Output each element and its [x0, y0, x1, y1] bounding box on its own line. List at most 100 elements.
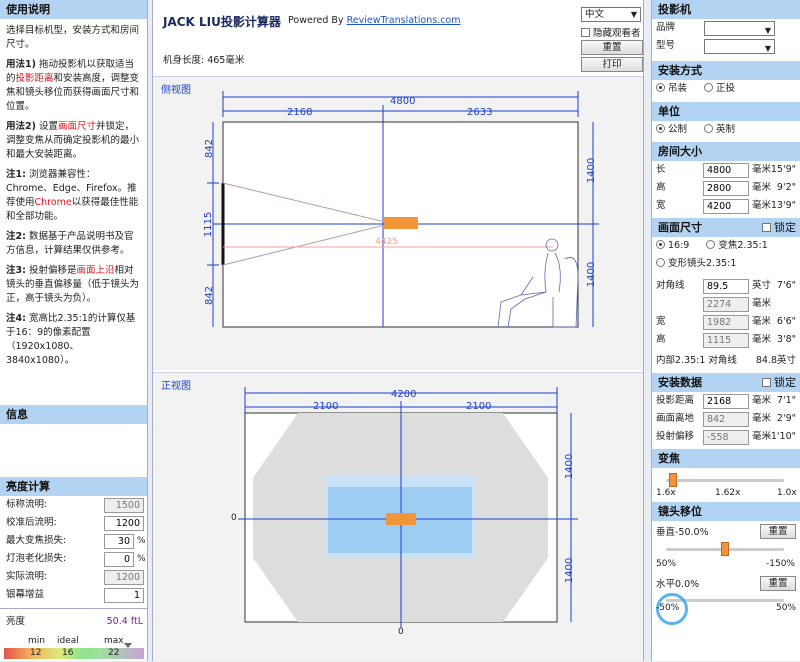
- unit-metric-radio[interactable]: 公制: [656, 124, 687, 135]
- app-title: JACK LIU投影计算器: [163, 15, 281, 29]
- room-width-row: 宽毫米13'9": [652, 197, 800, 215]
- calibrated-lumens-input[interactable]: [104, 516, 144, 531]
- note3-text: 注3: 投射偏移是画面上沿相对镜头的垂直偏移量（低于镜头为正，高于镜头为负）。: [6, 265, 140, 304]
- zoom-slider[interactable]: 1.6x 1.62x 1.0x: [652, 468, 800, 502]
- install-options: 吊装 正投: [652, 80, 800, 98]
- print-button[interactable]: 打印: [581, 57, 643, 72]
- scale-max-value: 22: [108, 648, 120, 658]
- calibrated-lumens-row: 校准后流明:: [0, 514, 147, 532]
- scale-max-label: max: [104, 636, 124, 646]
- offset-row: 投射偏移毫米-1'10": [652, 428, 800, 446]
- reset-button[interactable]: 重置: [581, 40, 643, 55]
- mount-lock-checkbox[interactable]: 锁定: [762, 376, 796, 389]
- brightness-gradient-bar: [4, 648, 144, 659]
- model-select[interactable]: ▼: [704, 39, 775, 54]
- screen-width-row: 宽毫米6'6": [652, 313, 800, 331]
- screen-height-row: 高毫米3'8": [652, 331, 800, 349]
- aspect-16-9-radio[interactable]: 16:9: [656, 240, 689, 251]
- projector-header: 投影机: [652, 0, 800, 19]
- powered-link[interactable]: ReviewTranslations.com: [347, 15, 461, 26]
- screen-height-input: [703, 333, 749, 348]
- install-ceiling-radio[interactable]: 吊装: [656, 83, 687, 94]
- note2-text: 注2: 数据基于产品说明书及官方信息，计算结果仅供参考。: [6, 231, 134, 256]
- side-view: 侧视图 4800 2168 2633 842 1115 842 1400 140…: [153, 76, 643, 370]
- screen-gain-input[interactable]: [104, 588, 144, 603]
- usage-header: 使用说明: [0, 0, 147, 19]
- note4-text: 注4: 宽高比2.35:1的计算仅基于16：9的像素配置（1920x1080、3…: [6, 313, 136, 366]
- aspect-zoom-235-radio[interactable]: 变焦2.35:1: [706, 240, 768, 251]
- info-header: 信息: [0, 405, 147, 424]
- usage2-text: 用法2) 设置画面尺寸并锁定，调整变焦从而确定投影机的最小和最大安装距离。: [6, 121, 140, 160]
- diagonal-input[interactable]: [703, 279, 749, 294]
- screen-width-input: [703, 315, 749, 330]
- offset-input: [703, 430, 749, 445]
- front-right-top-label: 1400: [564, 453, 576, 480]
- scale-ideal-value: 16: [62, 648, 74, 658]
- side-total-label: 4800: [390, 96, 416, 107]
- inner-diagonal-row: 内部2.35:1 对角线 84.8英寸: [656, 355, 796, 366]
- room-length-row: 长毫米15'9": [652, 161, 800, 179]
- lamp-loss-input[interactable]: [104, 552, 134, 567]
- room-width-input[interactable]: [703, 199, 749, 214]
- room-height-input[interactable]: [703, 181, 749, 196]
- vertical-shift-handle[interactable]: [721, 542, 729, 556]
- horizontal-shift-label: 水平0.0%: [656, 579, 700, 590]
- room-header: 房间大小: [652, 142, 800, 161]
- brightness-marker-icon: [124, 643, 132, 648]
- throw-distance-input[interactable]: [703, 394, 749, 409]
- left-panel: 使用说明 选择目标机型，安装方式和房间尺寸。 用法1) 拖动投影机以获取适当的投…: [0, 0, 148, 661]
- powered-by: Powered By ReviewTranslations.com: [288, 15, 461, 26]
- unit-options: 公制 英制: [652, 121, 800, 139]
- zoom-min-tick: 1.6x: [656, 488, 676, 498]
- brightness-section: 亮度计算 标称流明: 校准后流明: 最大变焦损失:% 灯泡老化损失:% 实际流明…: [0, 477, 147, 661]
- aspect-row-1: 16:9 变焦2.35:1: [652, 237, 800, 255]
- zoom-slider-handle[interactable]: [669, 473, 677, 487]
- brightness-header: 亮度计算: [0, 477, 147, 496]
- side-top-height-label: 842: [204, 138, 216, 159]
- zoom-loss-row: 最大变焦损失:%: [0, 532, 147, 550]
- unit-imperial-radio[interactable]: 英制: [704, 124, 735, 135]
- install-front-radio[interactable]: 正投: [704, 83, 735, 94]
- aspect-anamorphic-radio[interactable]: 变形镜头2.35:1: [656, 258, 736, 269]
- unit-header: 单位: [652, 102, 800, 121]
- brightness-row: 亮度 50.4 ftL: [0, 613, 147, 631]
- front-projector: [386, 513, 416, 525]
- zoom-max-tick: 1.0x: [777, 488, 797, 498]
- diagonal-row: 对角线英寸7'6": [652, 277, 800, 295]
- side-screen-height-label: 1115: [203, 211, 215, 238]
- screen-size-header: 画面尺寸 锁定: [652, 218, 800, 237]
- shift-reset-button[interactable]: 重置: [760, 524, 796, 539]
- front-zero-bottom: 0: [398, 627, 404, 637]
- throw-distance-row: 投影距离毫米7'1": [652, 392, 800, 410]
- brand-select[interactable]: ▼: [704, 21, 775, 36]
- front-right-bottom-label: 1400: [564, 557, 576, 584]
- front-total-label: 4200: [391, 389, 417, 400]
- note1-text: 注1: 浏览器兼容性：Chrome、Edge、Firefox。推荐使用Chrom…: [6, 169, 139, 222]
- front-view: 正视图 4200 2100 2100 1400 1400 0 0: [153, 372, 643, 661]
- diagonal-mm-row: 毫米: [652, 295, 800, 313]
- center-panel: JACK LIU投影计算器 Powered By ReviewTranslati…: [152, 0, 644, 661]
- language-select[interactable]: 中文 ▼: [581, 7, 641, 22]
- front-right-label: 2100: [466, 401, 492, 412]
- zoom-loss-input[interactable]: [104, 534, 134, 549]
- h-shift-reset-button[interactable]: 重置: [760, 576, 796, 591]
- actual-lumens-row: 实际流明:: [0, 568, 147, 586]
- scale-min-label: min: [28, 636, 45, 646]
- side-projector: [384, 217, 418, 229]
- screen-lock-checkbox[interactable]: 锁定: [762, 221, 796, 234]
- rated-lumens-row: 标称流明:: [0, 496, 147, 514]
- screen-floor-row: 画面离地毫米2'9": [652, 410, 800, 428]
- actual-lumens-input: [104, 570, 144, 585]
- room-height-row: 高毫米9'2": [652, 179, 800, 197]
- hide-viewer-checkbox[interactable]: 隐藏观看者: [581, 25, 641, 39]
- front-zero-left: 0: [231, 513, 237, 523]
- diagonal-mm-input: [703, 297, 749, 312]
- body-length: 机身长度: 465毫米: [163, 55, 245, 66]
- side-right-top-label: 1400: [586, 157, 598, 184]
- side-bottom-height-label: 842: [204, 285, 216, 306]
- room-length-input[interactable]: [703, 163, 749, 178]
- side-view-drawing: [207, 91, 599, 328]
- zoom-header: 变焦: [652, 449, 800, 468]
- scale-ideal-label: ideal: [57, 636, 79, 646]
- rated-lumens-input[interactable]: [104, 498, 144, 513]
